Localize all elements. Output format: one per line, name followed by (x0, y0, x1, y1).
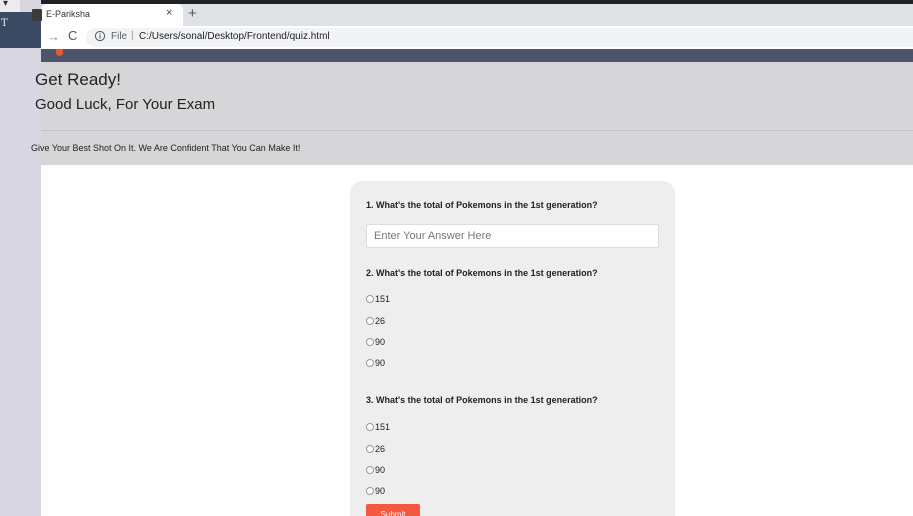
quiz-card: 1. What's the total of Pokemons in the 1… (350, 181, 675, 516)
q3-option[interactable]: 90 (366, 464, 385, 476)
q3-option[interactable]: 90 (366, 485, 385, 497)
new-tab-button[interactable]: + (188, 5, 197, 22)
screenshot-root: ▾ T E-Pariksha × + → C File | C:/Users/s… (0, 0, 913, 516)
browser-tab[interactable]: E-Pariksha × (32, 4, 183, 26)
info-icon[interactable] (94, 30, 106, 42)
option-label: 90 (375, 486, 386, 496)
question-3: 3. What's the total of Pokemons in the 1… (366, 395, 598, 405)
corner-glyph: ▾ (3, 0, 9, 9)
browser-tab-strip: E-Pariksha × + (32, 4, 913, 26)
browser-toolbar: → C File | C:/Users/sonal/Desktop/Fronte… (41, 26, 913, 49)
radio-button[interactable] (366, 295, 374, 303)
radio-button[interactable] (366, 487, 374, 495)
radio-button[interactable] (366, 317, 374, 325)
page-header: Get Ready! Good Luck, For Your Exam (35, 62, 913, 130)
page-title: Get Ready! (35, 70, 121, 89)
background-window-text: T (1, 18, 8, 29)
radio-button[interactable] (366, 445, 374, 453)
url-scheme-label: File (111, 31, 128, 42)
answer-input[interactable] (366, 224, 659, 248)
option-label: 26 (375, 316, 386, 326)
radio-button[interactable] (366, 466, 374, 474)
q2-option[interactable]: 90 (366, 336, 385, 348)
url-separator: | (131, 30, 134, 41)
favicon-icon (32, 9, 42, 21)
forward-button[interactable]: → (47, 29, 60, 44)
page-subtitle: Good Luck, For Your Exam (35, 96, 216, 113)
reload-button[interactable]: C (68, 28, 77, 43)
radio-button[interactable] (366, 338, 374, 346)
q2-option[interactable]: 26 (366, 315, 385, 327)
option-label: 26 (375, 444, 386, 454)
option-label: 90 (375, 465, 386, 475)
tab-close-icon[interactable]: × (166, 7, 172, 19)
tagline-bar: Give Your Best Shot On It. We Are Confid… (31, 131, 913, 165)
option-label: 151 (375, 294, 391, 304)
q3-option[interactable]: 26 (366, 443, 385, 455)
q2-option[interactable]: 90 (366, 357, 385, 369)
q2-option[interactable]: 151 (366, 293, 390, 305)
q3-option[interactable]: 151 (366, 421, 390, 433)
question-2: 2. What's the total of Pokemons in the 1… (366, 268, 598, 278)
option-label: 90 (375, 337, 386, 347)
question-1: 1. What's the total of Pokemons in the 1… (366, 200, 598, 210)
site-navbar (41, 49, 913, 62)
radio-button[interactable] (366, 423, 374, 431)
option-label: 90 (375, 358, 386, 368)
address-bar[interactable]: File | C:/Users/sonal/Desktop/Frontend/q… (86, 28, 913, 47)
url-text[interactable]: C:/Users/sonal/Desktop/Frontend/quiz.htm… (139, 31, 330, 42)
radio-button[interactable] (366, 359, 374, 367)
navbar-accent (56, 49, 63, 56)
background-window-corner: ▾ (0, 0, 20, 12)
tab-title: E-Pariksha (46, 9, 91, 19)
option-label: 151 (375, 422, 391, 432)
submit-button[interactable]: Submit (366, 504, 420, 516)
tagline: Give Your Best Shot On It. We Are Confid… (31, 143, 301, 153)
